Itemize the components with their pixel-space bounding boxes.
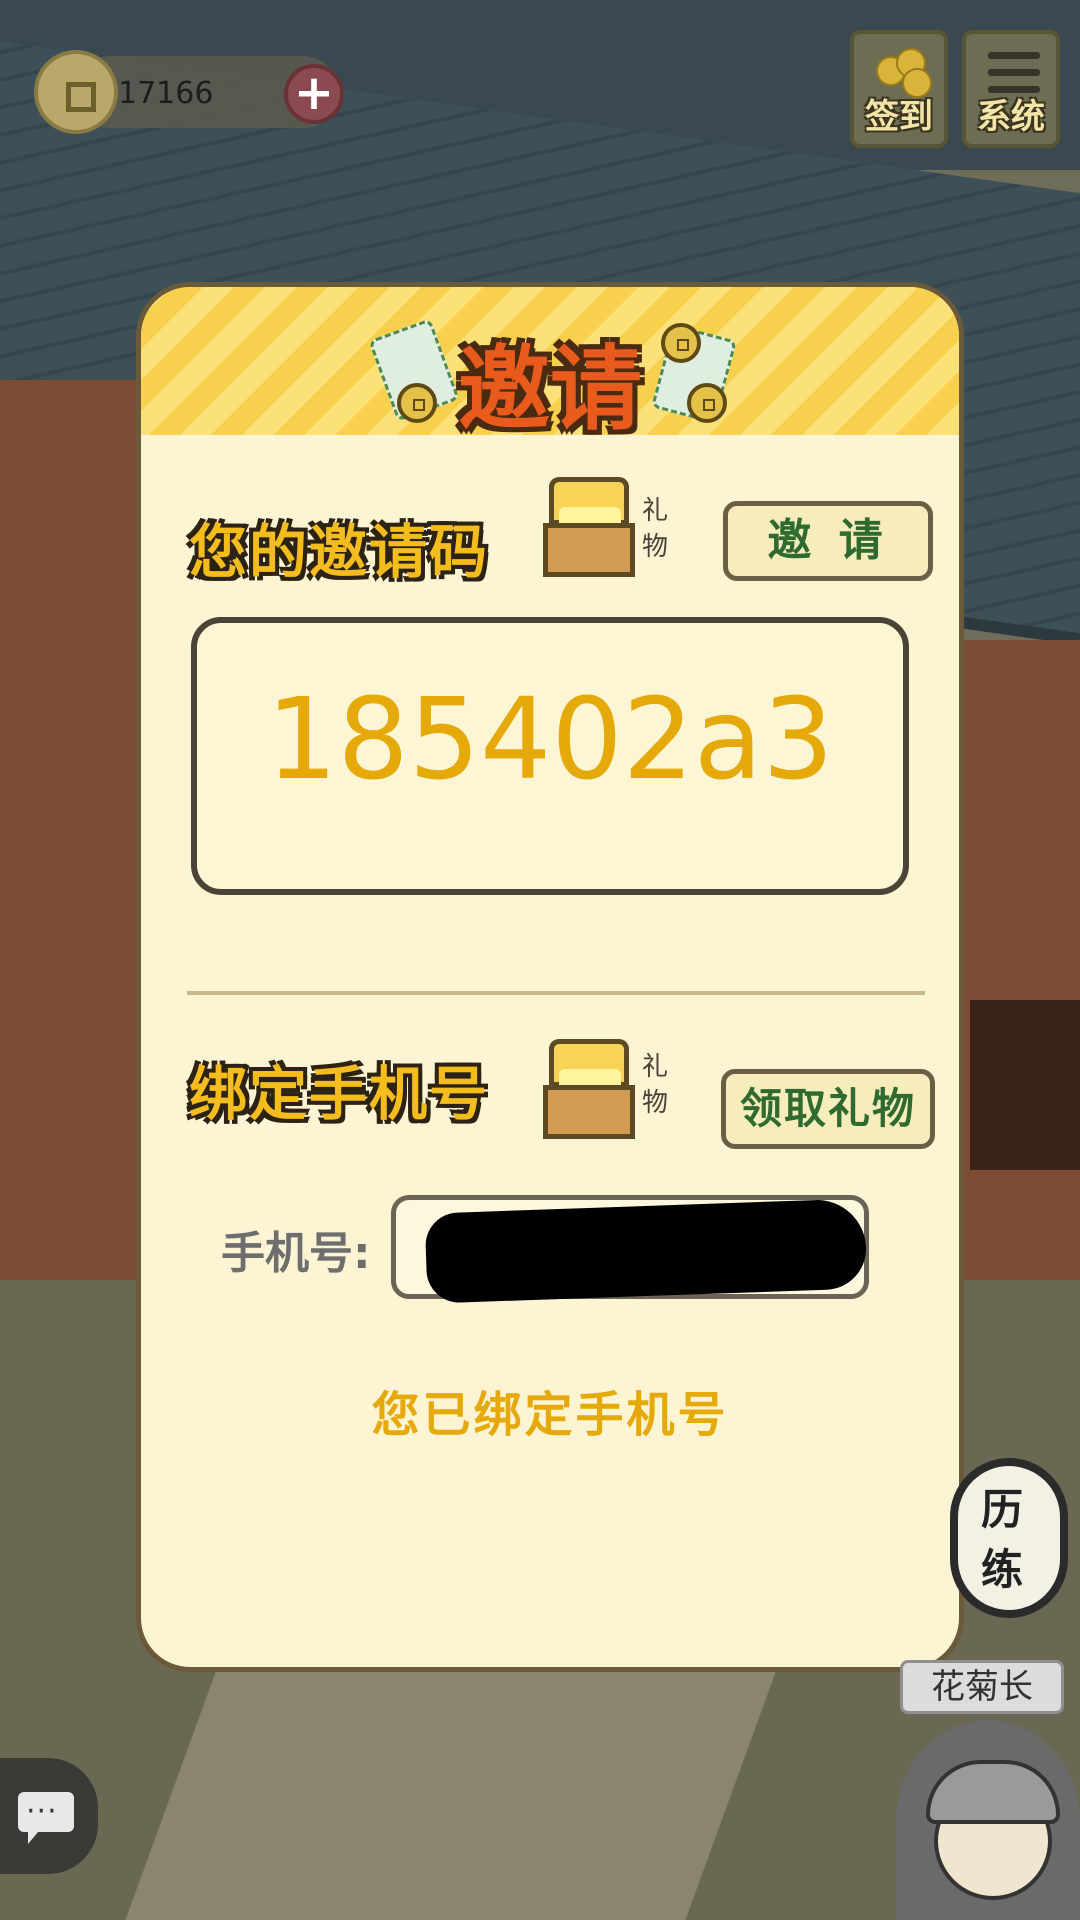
dialog-title: 邀请 (457, 336, 642, 443)
signin-button[interactable]: 签到 (850, 30, 948, 148)
character-avatar[interactable] (896, 1720, 1080, 1920)
gift-label: 礼物 (641, 1052, 668, 1118)
phone-label: 手机号: (221, 1228, 371, 1279)
dialog-header: 邀请 (141, 287, 959, 443)
coin-amount: 17166 (118, 76, 214, 111)
chat-dots: ··· (26, 1794, 58, 1829)
system-label: 系统 (977, 97, 1045, 137)
experience-label: 历练 (980, 1485, 1023, 1594)
character-name-tag: 花菊长 (900, 1660, 1064, 1714)
coin-icon (34, 50, 118, 134)
treasure-chest-icon (543, 477, 635, 577)
gift-label: 礼物 (641, 496, 668, 562)
house-wall-left (0, 380, 140, 1280)
invite-code-title: 您的邀请码 (189, 518, 490, 586)
add-coins-button[interactable]: + (284, 64, 344, 124)
invite-button[interactable]: 邀 请 (723, 501, 933, 581)
avatar-hair (926, 1760, 1060, 1824)
plus-icon: + (293, 65, 335, 121)
house-window (970, 1000, 1080, 1170)
chat-button[interactable]: ··· (0, 1758, 98, 1874)
phone-bound-message: 您已绑定手机号 (371, 1387, 729, 1443)
treasure-chest-icon (543, 1039, 635, 1139)
bind-phone-title: 绑定手机号 (189, 1060, 490, 1128)
section-divider (187, 991, 925, 995)
claim-gift-button[interactable]: 领取礼物 (721, 1069, 935, 1149)
coin-bar: 17166 + (34, 50, 346, 134)
experience-button[interactable]: 历练 (950, 1458, 1068, 1618)
phone-input[interactable] (391, 1195, 869, 1304)
invite-dialog: 邀请 您的邀请码 礼物 邀 请 185402a3 绑定手机号 礼物 领取礼物 手… (136, 282, 964, 1672)
system-button[interactable]: 系统 (962, 30, 1060, 148)
invite-code: 185402a3 (266, 675, 834, 805)
signin-label: 签到 (865, 97, 933, 137)
redaction-mark (424, 1198, 868, 1304)
invite-code-box: 185402a3 (191, 617, 909, 895)
